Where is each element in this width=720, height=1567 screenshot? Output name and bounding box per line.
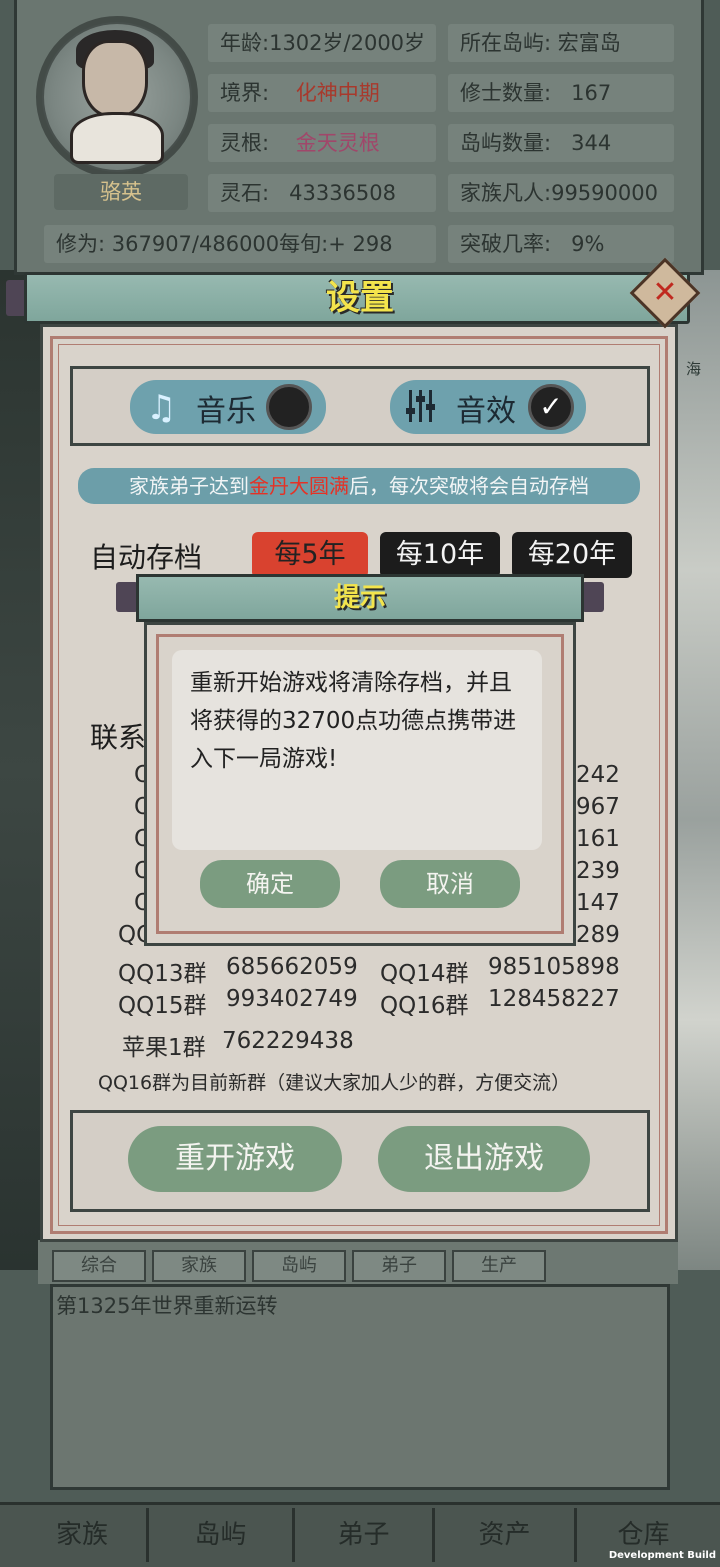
development-build-label: Development Build bbox=[608, 1550, 716, 1561]
qq-group-number[interactable]: 762229438 bbox=[222, 1028, 354, 1054]
stat-breakthrough: 突破几率: 9% bbox=[448, 225, 674, 263]
autosave-hint: 家族弟子达到金丹大圆满后，每次突破将会自动存档 bbox=[78, 468, 640, 504]
qq-group-name: QQ16群 bbox=[380, 993, 469, 1019]
event-log-line: 第1325年世界重新运转 bbox=[56, 1294, 278, 1318]
qq-group-number[interactable]: 985105898 bbox=[488, 954, 620, 980]
stat-island-count-value: 344 bbox=[571, 131, 612, 155]
music-label: 音乐 bbox=[196, 394, 256, 429]
stat-realm: 境界: 化神中期 bbox=[208, 74, 436, 112]
nav-islands[interactable]: 岛屿 bbox=[146, 1508, 292, 1562]
stat-island: 所在岛屿: 宏富岛 bbox=[448, 24, 674, 62]
qq-partial-right: 289 bbox=[576, 922, 620, 948]
qq-group-name: QQ14群 bbox=[380, 961, 469, 987]
nav-assets[interactable]: 资产 bbox=[432, 1508, 574, 1562]
portrait-robe bbox=[70, 112, 164, 164]
prompt-message: 重新开始游戏将清除存档，并且将获得的32700点功德点携带进入下一局游戏! bbox=[190, 670, 517, 772]
autosave-option-20[interactable]: 每20年 bbox=[512, 532, 632, 578]
stat-spirit-stones: 灵石: 43336508 bbox=[208, 174, 436, 212]
qq-group-name: 苹果1群 bbox=[122, 1035, 206, 1061]
contact-label: 联系 bbox=[90, 721, 147, 754]
portrait-face bbox=[82, 40, 148, 118]
nav-family[interactable]: 家族 bbox=[20, 1508, 144, 1562]
stat-cultivators-value: 167 bbox=[571, 81, 612, 105]
settings-title: 设置 bbox=[326, 278, 394, 318]
quit-game-button[interactable]: 退出游戏 bbox=[378, 1126, 590, 1192]
qq-partial-right: 147 bbox=[576, 890, 620, 916]
qq-partial-right: 242 bbox=[576, 762, 620, 788]
confirm-button[interactable]: 确定 bbox=[200, 860, 340, 908]
background-map-left bbox=[0, 270, 40, 1270]
cancel-button[interactable]: 取消 bbox=[380, 860, 520, 908]
stat-realm-label: 境界: bbox=[220, 81, 270, 105]
stat-age-label: 年龄: bbox=[220, 31, 270, 55]
stat-island-count: 岛屿数量: 344 bbox=[448, 124, 674, 162]
qq-group-number[interactable]: 993402749 bbox=[226, 986, 358, 1012]
stat-breakthrough-label: 突破几率: bbox=[460, 232, 552, 256]
qq-partial-right: 161 bbox=[576, 826, 620, 852]
qq-group-name: QQ15群 bbox=[118, 993, 207, 1019]
stat-cultivators: 修士数量: 167 bbox=[448, 74, 674, 112]
autosave-label: 自动存档 bbox=[90, 541, 203, 574]
stat-island-count-label: 岛屿数量: bbox=[460, 131, 552, 155]
stat-cultivation: 修为: 367907/486000每旬:+ 298 bbox=[44, 225, 436, 263]
autosave-option-5[interactable]: 每5年 bbox=[252, 532, 368, 578]
stat-realm-value: 化神中期 bbox=[295, 81, 380, 105]
prompt-title-cap bbox=[116, 582, 138, 612]
stat-root-label: 灵根: bbox=[220, 131, 270, 155]
prompt-title-cap bbox=[582, 582, 604, 612]
restart-game-button[interactable]: 重开游戏 bbox=[128, 1126, 342, 1192]
music-toggle-off-icon[interactable] bbox=[266, 384, 312, 430]
tab-general[interactable]: 综合 bbox=[52, 1250, 146, 1282]
stat-island-value: 宏富岛 bbox=[557, 31, 621, 55]
equalizer-icon bbox=[406, 390, 435, 422]
qq-group-number[interactable]: 685662059 bbox=[226, 954, 358, 980]
save-hint-suffix: 后，每次突破将会自动存档 bbox=[349, 474, 589, 498]
qq-partial-right: 239 bbox=[576, 858, 620, 884]
tab-family[interactable]: 家族 bbox=[152, 1250, 246, 1282]
stat-cultivators-label: 修士数量: bbox=[460, 81, 552, 105]
save-hint-highlight: 金丹大圆满 bbox=[249, 474, 349, 498]
qq-group-name: QQ13群 bbox=[118, 961, 207, 987]
nav-disciples[interactable]: 弟子 bbox=[292, 1508, 432, 1562]
stat-age-value: 1302岁/2000岁 bbox=[269, 31, 426, 55]
tab-production[interactable]: 生产 bbox=[452, 1250, 546, 1282]
stat-mortals-label: 家族凡人: bbox=[460, 181, 552, 205]
checkmark-icon[interactable]: ✓ bbox=[528, 384, 574, 430]
tab-disciples[interactable]: 弟子 bbox=[352, 1250, 446, 1282]
map-edge-label: 海 bbox=[686, 360, 702, 378]
stat-mortals-value: 99590000 bbox=[551, 181, 658, 205]
stat-spirit-stones-value: 43336508 bbox=[289, 181, 396, 205]
stat-mortals: 家族凡人:99590000 bbox=[448, 174, 674, 212]
music-note-icon: ♫ bbox=[146, 388, 177, 428]
autosave-option-10[interactable]: 每10年 bbox=[380, 532, 500, 578]
stat-root-value: 金天灵根 bbox=[295, 131, 380, 155]
stat-age: 年龄:1302岁/2000岁 bbox=[208, 24, 436, 62]
stat-island-label: 所在岛屿: bbox=[460, 31, 552, 55]
prompt-title: 提示 bbox=[333, 583, 386, 613]
stat-breakthrough-value: 9% bbox=[571, 232, 605, 256]
qq-partial-right: 967 bbox=[576, 794, 620, 820]
stat-spirit-stones-label: 灵石: bbox=[220, 181, 270, 205]
stat-root: 灵根: 金天灵根 bbox=[208, 124, 436, 162]
new-group-note: QQ16群为目前新群（建议大家加人少的群，方便交流） bbox=[98, 1072, 571, 1094]
close-icon[interactable]: ✕ bbox=[640, 268, 690, 318]
character-name: 骆英 bbox=[54, 174, 188, 210]
sfx-label: 音效 bbox=[456, 394, 516, 429]
qq-group-number[interactable]: 128458227 bbox=[488, 986, 620, 1012]
tab-islands[interactable]: 岛屿 bbox=[252, 1250, 346, 1282]
save-hint-prefix: 家族弟子达到 bbox=[129, 474, 249, 498]
